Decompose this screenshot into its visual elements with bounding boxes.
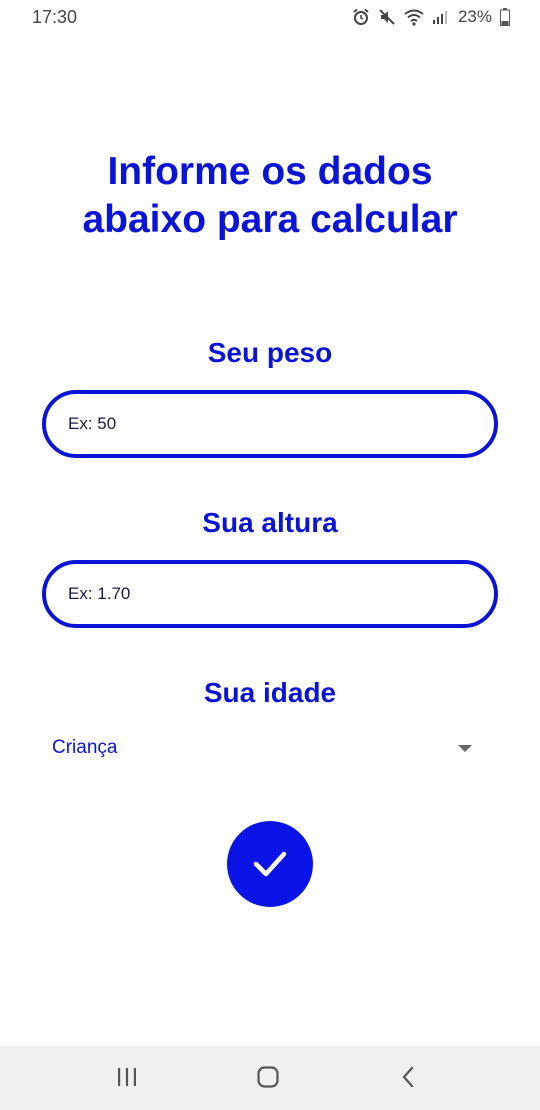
height-label: Sua altura: [202, 507, 338, 538]
weight-input[interactable]: [42, 390, 498, 458]
weight-label: Seu peso: [207, 337, 333, 368]
recents-icon: [116, 1067, 138, 1092]
status-time: 17:30: [32, 6, 78, 27]
battery-percent: 23%: [457, 7, 492, 26]
page-title-line-1: Informe os dados: [107, 150, 433, 193]
age-label: Sua idade: [203, 677, 337, 708]
home-icon: [256, 1065, 280, 1094]
page-title: Informe os dados abaixo para calcular: [0, 148, 540, 244]
age-selected-value: Criança: [52, 737, 118, 758]
status-bar: 17:30 23%: [0, 0, 540, 34]
battery-icon: [500, 8, 510, 26]
recents-button[interactable]: [107, 1064, 147, 1094]
back-icon: [399, 1065, 417, 1094]
age-dropdown[interactable]: Criança: [52, 730, 482, 766]
dropdown-arrow-icon: [458, 744, 472, 752]
check-icon: [249, 842, 291, 887]
wifi-icon: [404, 8, 424, 26]
confirm-button[interactable]: [227, 821, 313, 907]
mute-icon: [378, 8, 396, 26]
status-icons: 23%: [352, 7, 510, 27]
alarm-icon: [352, 8, 370, 26]
height-input[interactable]: [42, 560, 498, 628]
page-title-line-2: abaixo para calcular: [82, 198, 458, 241]
navigation-bar: [0, 1046, 540, 1110]
signal-icon: [432, 9, 448, 25]
home-button[interactable]: [248, 1064, 288, 1094]
back-button[interactable]: [388, 1064, 428, 1094]
app-screen: 17:30 23% Informe os dados abaixo para c…: [0, 0, 540, 1110]
